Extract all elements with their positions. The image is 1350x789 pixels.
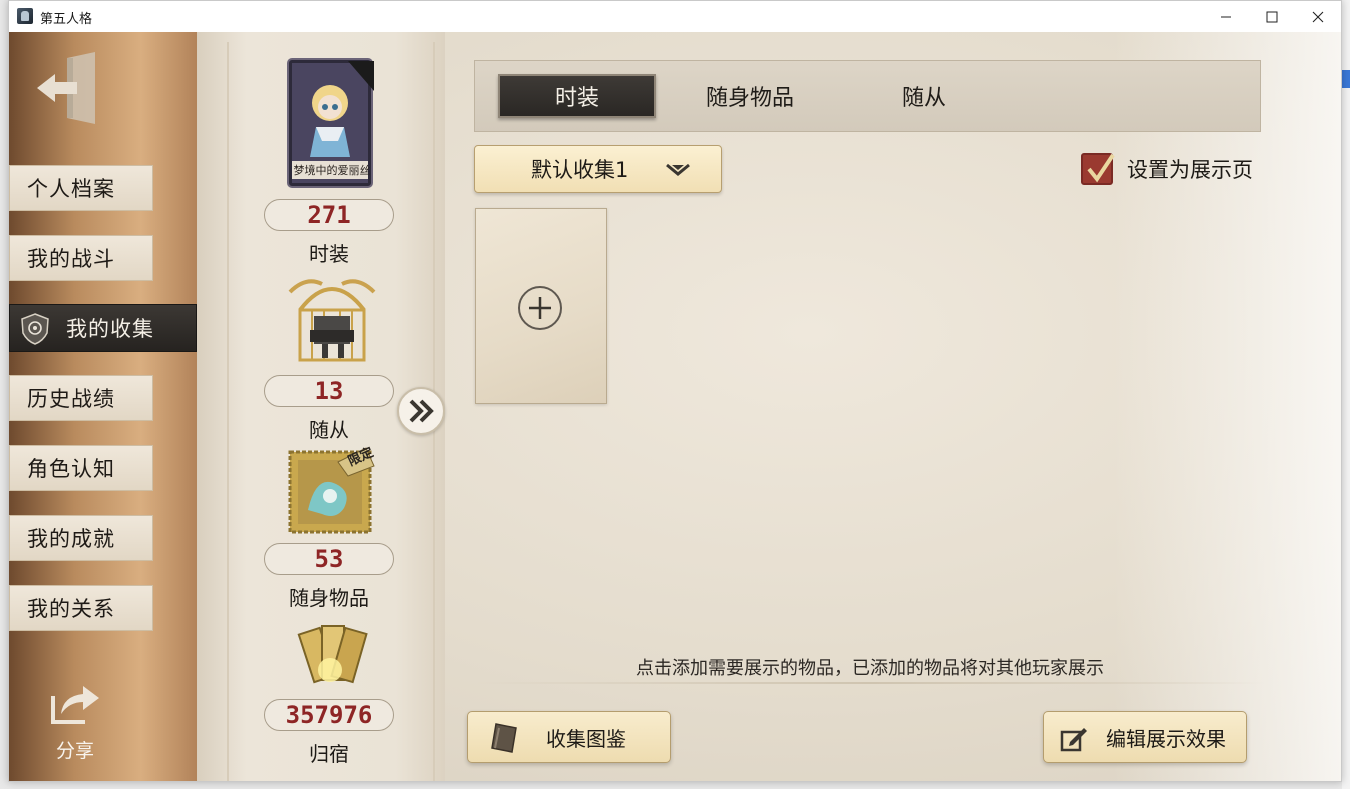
costume-count: 271 xyxy=(264,199,394,231)
display-page-toggle[interactable]: 设置为展示页 xyxy=(1081,152,1271,186)
item-label: 随身物品 xyxy=(289,586,369,610)
nav-item-battle[interactable]: 我的战斗 xyxy=(9,235,153,281)
collection-select[interactable]: 默认收集1 xyxy=(474,145,722,193)
nav-item-relations[interactable]: 我的关系 xyxy=(9,585,153,631)
left-nav: 个人档案 我的战斗 我的收集 历史战绩 角色认知 我的成就 我的关系 分享 xyxy=(9,32,197,781)
nav-item-label: 个人档案 xyxy=(27,177,115,201)
category-tabs: 时装 随身物品 随从 xyxy=(474,60,1261,132)
display-page-label: 设置为展示页 xyxy=(1127,158,1253,182)
expand-button[interactable] xyxy=(397,387,445,435)
title-bar[interactable]: 第五人格 xyxy=(9,1,1341,32)
nav-item-label: 我的成就 xyxy=(27,527,115,551)
costume-label: 时装 xyxy=(309,242,349,266)
maximize-icon xyxy=(1266,11,1278,22)
pet-label: 随从 xyxy=(309,418,349,442)
home-label: 归宿 xyxy=(309,742,349,766)
double-chevron-right-icon xyxy=(409,399,434,423)
pet-count: 13 xyxy=(264,375,394,407)
edit-icon xyxy=(1060,728,1087,752)
checkmark-icon xyxy=(1087,153,1115,183)
edit-display-button[interactable]: 编辑展示效果 xyxy=(1043,711,1247,763)
pet-cage-icon[interactable] xyxy=(286,270,378,366)
tab-pet[interactable]: 随从 xyxy=(845,74,1003,118)
nav-item-label: 我的关系 xyxy=(27,597,115,621)
hint-text: 点击添加需要展示的物品，已添加的物品将对其他玩家展示 xyxy=(636,658,1104,679)
desktop-marker xyxy=(1342,70,1350,88)
minimize-button[interactable] xyxy=(1203,1,1249,32)
add-display-slot[interactable] xyxy=(475,208,607,404)
close-icon xyxy=(1312,11,1324,22)
nav-item-label: 我的战斗 xyxy=(27,247,115,271)
nav-item-profile[interactable]: 个人档案 xyxy=(9,165,153,211)
gold-bundle-icon[interactable] xyxy=(296,620,368,690)
tab-accessory[interactable]: 随身物品 xyxy=(671,74,829,118)
nav-item-achievements[interactable]: 我的成就 xyxy=(9,515,153,561)
costume-card-caption: 梦境中的爱丽丝 xyxy=(293,164,371,177)
maximize-button[interactable] xyxy=(1249,1,1295,32)
plus-icon xyxy=(529,297,551,319)
app-icon xyxy=(17,8,33,24)
minimize-icon xyxy=(1221,16,1231,17)
collection-guide-label: 收集图鉴 xyxy=(546,726,626,751)
home-count: 357976 xyxy=(264,699,394,731)
game-canvas: 个人档案 我的战斗 我的收集 历史战绩 角色认知 我的成就 我的关系 分享 梦境… xyxy=(9,32,1341,781)
tab-costume[interactable]: 时装 xyxy=(498,74,656,118)
desktop-edge xyxy=(1342,0,1350,789)
game-window: 第五人格 个人档案 我的战斗 我的收集 历史战绩 角色认知 我的成就 我的关系 … xyxy=(8,0,1342,782)
item-count: 53 xyxy=(264,543,394,575)
close-button[interactable] xyxy=(1295,1,1341,32)
window-title: 第五人格 xyxy=(40,11,93,26)
nav-item-role-knowledge[interactable]: 角色认知 xyxy=(9,445,153,491)
nav-item-label: 我的收集 xyxy=(66,317,154,341)
collection-select-value: 默认收集1 xyxy=(531,158,629,182)
share-label: 分享 xyxy=(55,740,94,762)
chevron-down-icon xyxy=(666,163,690,176)
nav-item-label: 历史战绩 xyxy=(27,387,115,411)
display-page-checkbox[interactable] xyxy=(1081,153,1115,185)
share-button[interactable]: 分享 xyxy=(47,680,103,762)
nav-item-label: 角色认知 xyxy=(27,457,115,481)
shield-icon xyxy=(21,313,49,345)
nav-item-history[interactable]: 历史战绩 xyxy=(9,375,153,421)
hint-divider xyxy=(475,682,1265,684)
collection-guide-button[interactable]: 收集图鉴 xyxy=(467,711,671,763)
add-circle xyxy=(518,286,562,330)
book-icon xyxy=(491,723,517,753)
share-icon xyxy=(51,686,99,724)
edit-display-label: 编辑展示效果 xyxy=(1106,726,1226,751)
exit-icon[interactable] xyxy=(33,52,103,124)
nav-item-collection[interactable]: 我的收集 xyxy=(9,304,197,352)
